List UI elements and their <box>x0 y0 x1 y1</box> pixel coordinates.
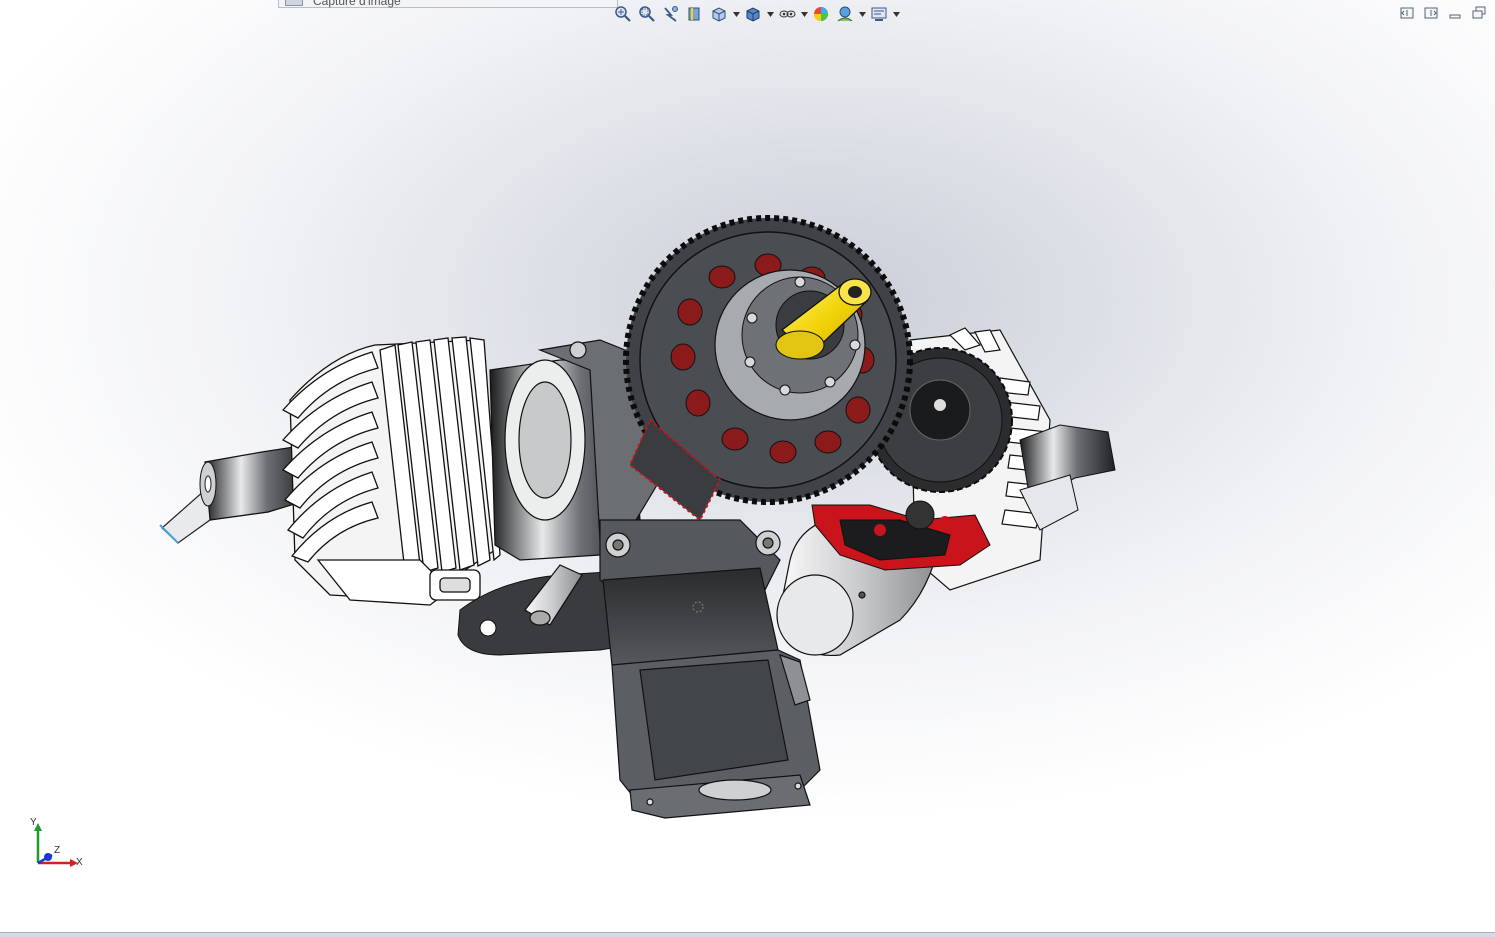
view-orientation-dropdown-icon[interactable] <box>732 3 740 25</box>
hide-show-dropdown-icon[interactable] <box>800 3 808 25</box>
capture-tab[interactable]: Capture d'image <box>278 0 618 8</box>
restore-icon[interactable] <box>1471 5 1487 21</box>
hide-show-items-icon[interactable] <box>776 3 798 25</box>
previous-view-icon[interactable] <box>660 3 682 25</box>
capture-tab-icon <box>285 0 303 6</box>
viewport-bottom-border <box>0 932 1495 937</box>
tile-horizontal-icon[interactable] <box>1399 5 1415 21</box>
display-style-dropdown-icon[interactable] <box>766 3 774 25</box>
left-exhaust <box>159 445 309 544</box>
apply-scene-icon[interactable] <box>834 3 856 25</box>
graphics-area[interactable] <box>0 0 1495 932</box>
window-controls <box>1399 5 1487 21</box>
right-exhaust <box>1019 424 1116 531</box>
capture-tab-title: Capture d'image <box>313 0 401 8</box>
apply-scene-dropdown-icon[interactable] <box>858 3 866 25</box>
section-view-icon[interactable] <box>684 3 706 25</box>
minimize-icon[interactable] <box>1447 5 1463 21</box>
display-style-icon[interactable] <box>742 3 764 25</box>
engine-model[interactable] <box>0 0 1495 932</box>
left-cylinder <box>281 336 501 606</box>
edit-appearance-icon[interactable] <box>810 3 832 25</box>
heads-up-view-toolbar <box>612 3 900 25</box>
zoom-to-area-icon[interactable] <box>636 3 658 25</box>
view-orientation-icon[interactable] <box>708 3 730 25</box>
zoom-to-fit-icon[interactable] <box>612 3 634 25</box>
view-settings-dropdown-icon[interactable] <box>892 3 900 25</box>
triad-z-label: Z <box>54 845 61 856</box>
triad-x-label: X <box>76 857 83 868</box>
view-settings-icon[interactable] <box>868 3 890 25</box>
tile-vertical-icon[interactable] <box>1423 5 1439 21</box>
triad-y-label: Y <box>30 817 37 828</box>
large-gear <box>623 215 913 522</box>
reference-triad: Y Z X <box>24 815 94 879</box>
